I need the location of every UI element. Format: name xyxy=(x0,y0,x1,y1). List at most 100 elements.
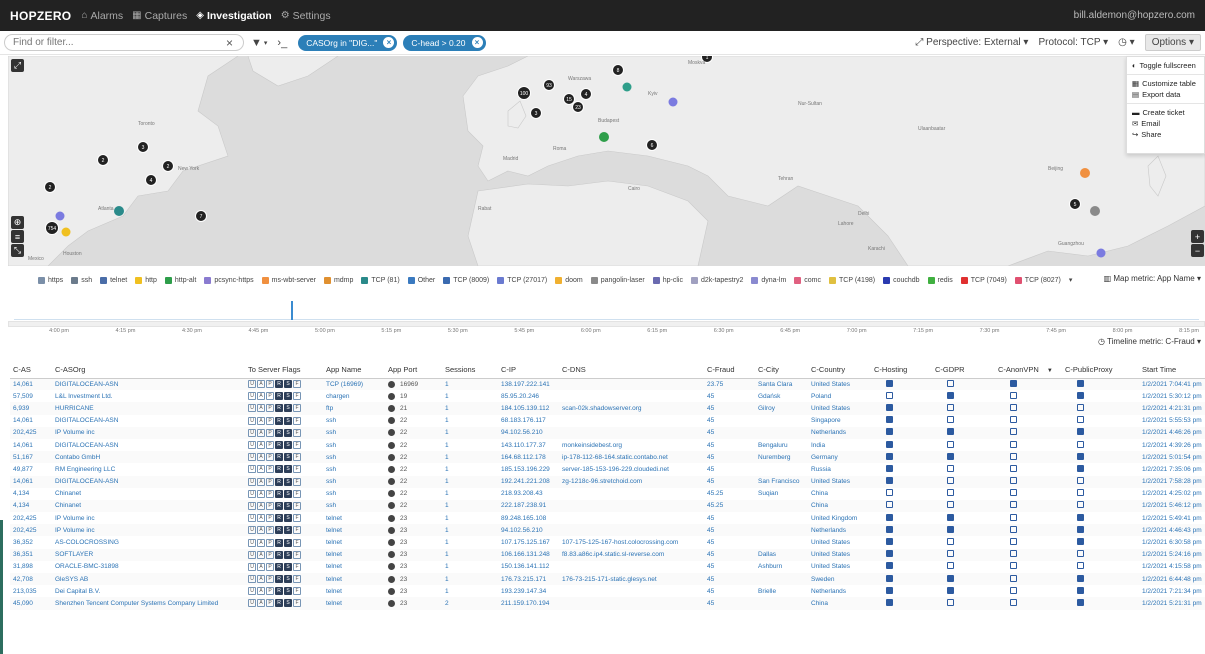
layers-icon[interactable]: ≡ xyxy=(11,230,24,243)
map-cluster[interactable]: 2 xyxy=(97,154,109,166)
publicproxy-checkbox[interactable] xyxy=(1077,452,1084,460)
port-info-icon[interactable] xyxy=(388,404,395,412)
start-time-cell[interactable]: 1/2/2021 4:25:02 pm xyxy=(1139,488,1205,500)
app-port-cell[interactable]: 19 xyxy=(385,390,442,402)
publicproxy-checkbox[interactable] xyxy=(1077,586,1084,594)
ip-cell[interactable]: 94.102.56.210 xyxy=(498,524,559,537)
publicproxy-checkbox[interactable] xyxy=(1077,550,1084,558)
publicproxy-checkbox[interactable] xyxy=(1077,403,1084,411)
publicproxy-checkbox[interactable] xyxy=(1077,598,1084,606)
asorg-cell[interactable]: L&L Investment Ltd. xyxy=(52,390,245,402)
start-time-cell[interactable]: 1/2/2021 5:24:16 pm xyxy=(1139,548,1205,561)
anonvpn-checkbox[interactable] xyxy=(1010,562,1017,570)
publicproxy-checkbox[interactable] xyxy=(1077,513,1084,521)
fraud-cell[interactable]: 45.25 xyxy=(704,499,755,513)
port-info-icon[interactable] xyxy=(388,526,395,534)
anonvpn-checkbox[interactable] xyxy=(1010,391,1017,399)
zoom-out-icon[interactable]: − xyxy=(1191,244,1204,257)
publicproxy-checkbox[interactable] xyxy=(1077,562,1084,570)
app-port-cell[interactable]: 22 xyxy=(385,463,442,475)
gdpr-checkbox[interactable] xyxy=(947,379,954,387)
sessions-cell[interactable]: 1 xyxy=(442,548,498,561)
gdpr-checkbox[interactable] xyxy=(947,513,954,521)
gdpr-checkbox[interactable] xyxy=(947,586,954,594)
as-cell[interactable]: 57,509 xyxy=(10,390,52,402)
map-cluster[interactable]: 4 xyxy=(580,88,592,100)
sessions-cell[interactable]: 1 xyxy=(442,439,498,451)
legend-item[interactable]: TCP (81) xyxy=(361,276,400,284)
app-port-cell[interactable]: 21 xyxy=(385,402,442,415)
ip-cell[interactable]: 211.159.170.194 xyxy=(498,597,559,610)
gdpr-checkbox[interactable] xyxy=(947,489,954,497)
asorg-cell[interactable]: DIGITALOCEAN-ASN xyxy=(52,439,245,451)
sessions-cell[interactable]: 1 xyxy=(442,415,498,427)
column-header[interactable]: C-City xyxy=(755,361,808,379)
app-port-cell[interactable]: 22 xyxy=(385,415,442,427)
terminal-button[interactable]: ›_ xyxy=(277,37,287,49)
map-cluster[interactable]: 15 xyxy=(563,93,575,105)
filter-input[interactable] xyxy=(4,34,244,51)
gdpr-checkbox[interactable] xyxy=(947,452,954,460)
as-cell[interactable]: 51,167 xyxy=(10,451,52,464)
sort-desc-icon[interactable]: ▼ xyxy=(1047,368,1053,374)
hosting-checkbox[interactable] xyxy=(886,477,893,485)
legend-item[interactable]: couchdb xyxy=(883,276,920,284)
sessions-cell[interactable]: 1 xyxy=(442,378,498,391)
legend-item[interactable]: telnet xyxy=(100,276,127,284)
column-header[interactable]: To Server Flags xyxy=(245,361,323,379)
ip-cell[interactable]: 94.102.56.210 xyxy=(498,426,559,439)
map-metric-dropdown[interactable]: ▥ Map metric: App Name ▾ xyxy=(1099,274,1201,283)
sessions-cell[interactable]: 1 xyxy=(442,402,498,415)
legend-item[interactable]: hp-clic xyxy=(652,276,683,284)
table-row[interactable]: 14,061 DIGITALOCEAN-ASN U A P R S Fssh 22 1 68.183… xyxy=(10,415,1205,427)
city-cell[interactable] xyxy=(755,499,808,513)
column-header[interactable]: C-Country xyxy=(808,361,871,379)
ip-cell[interactable]: 85.95.20.246 xyxy=(498,390,559,402)
legend-item[interactable]: TCP (8009) xyxy=(443,276,489,284)
publicproxy-checkbox[interactable] xyxy=(1077,440,1084,448)
city-cell[interactable]: Dallas xyxy=(755,548,808,561)
column-header[interactable]: C-Fraud xyxy=(704,361,755,379)
legend-item[interactable]: pangolin-laser xyxy=(590,276,645,284)
app-port-cell[interactable]: 23 xyxy=(385,585,442,597)
map-cluster[interactable]: 5 xyxy=(1069,198,1081,210)
anonvpn-checkbox[interactable] xyxy=(1010,452,1017,460)
sessions-cell[interactable]: 1 xyxy=(442,536,498,548)
start-time-cell[interactable]: 1/2/2021 4:46:26 pm xyxy=(1139,426,1205,439)
world-map[interactable]: 8 1 100 93 4 15 3 23 6 2 3 2 4 754 5 2 7 Moskva Warszawa K… xyxy=(8,56,1205,266)
legend-item[interactable]: redis xyxy=(927,276,953,284)
app-name-cell[interactable]: ssh xyxy=(323,439,385,451)
sessions-cell[interactable]: 2 xyxy=(442,597,498,610)
publicproxy-checkbox[interactable] xyxy=(1077,379,1084,387)
city-cell[interactable] xyxy=(755,573,808,586)
perspective-dropdown[interactable]: ⤢ Perspective: External ▾ xyxy=(915,37,1028,48)
dns-cell[interactable]: ip-178-112-68-164.static.contabo.net xyxy=(559,451,704,464)
nav-item-captures[interactable]: ▦ Captures xyxy=(132,10,187,22)
ip-cell[interactable]: 150.136.141.112 xyxy=(498,561,559,573)
start-time-cell[interactable]: 1/2/2021 7:21:34 pm xyxy=(1139,585,1205,597)
timeline-scrollbar[interactable] xyxy=(8,321,1205,327)
port-info-icon[interactable] xyxy=(388,441,395,449)
start-time-cell[interactable]: 1/2/2021 4:46:43 pm xyxy=(1139,524,1205,537)
legend-item[interactable]: https xyxy=(38,276,63,284)
menu-create-ticket[interactable]: ▬ Create ticket xyxy=(1127,107,1204,118)
expand-icon[interactable]: ⤡ xyxy=(11,244,24,257)
as-cell[interactable]: 202,425 xyxy=(10,524,52,537)
country-cell[interactable]: United States xyxy=(808,548,871,561)
anonvpn-checkbox[interactable] xyxy=(1010,464,1017,472)
table-row[interactable]: 49,877 RM Engineering LLC U A P R S Fssh 22 1 185.… xyxy=(10,463,1205,475)
asorg-cell[interactable]: DIGITALOCEAN-ASN xyxy=(52,415,245,427)
hosting-checkbox[interactable] xyxy=(886,416,893,424)
ip-cell[interactable]: 164.68.112.178 xyxy=(498,451,559,464)
app-name-cell[interactable]: telnet xyxy=(323,548,385,561)
dns-cell[interactable] xyxy=(559,488,704,500)
dns-cell[interactable] xyxy=(559,561,704,573)
column-header[interactable]: App Name xyxy=(323,361,385,379)
dns-cell[interactable] xyxy=(559,415,704,427)
country-cell[interactable]: Netherlands xyxy=(808,426,871,439)
table-row[interactable]: 14,061 DIGITALOCEAN-ASN U A P R S Fssh 22 1 192.24… xyxy=(10,475,1205,488)
start-time-cell[interactable]: 1/2/2021 7:04:41 pm xyxy=(1139,378,1205,391)
app-port-cell[interactable]: 22 xyxy=(385,451,442,464)
column-header[interactable]: C-IP xyxy=(498,361,559,379)
table-row[interactable]: 202,425 IP Volume inc U A P R S Ftelnet 23 1 89.24… xyxy=(10,512,1205,524)
